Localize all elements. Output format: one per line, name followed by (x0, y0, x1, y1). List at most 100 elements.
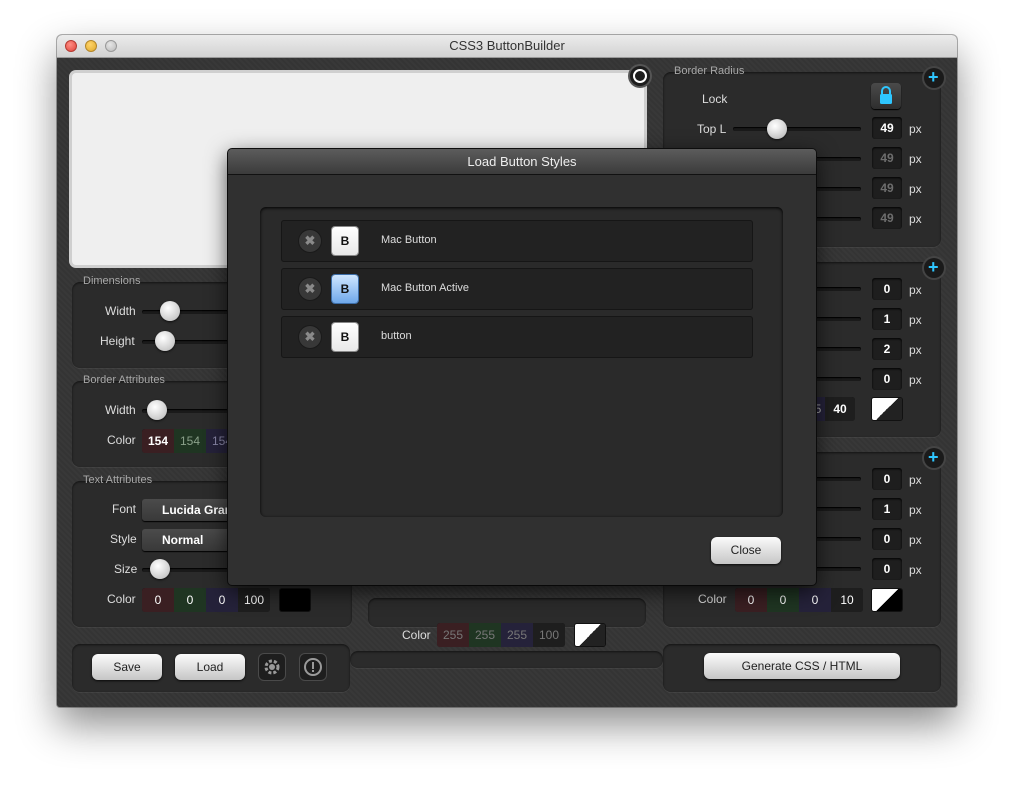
save-button[interactable]: Save (92, 654, 162, 680)
top-left-value[interactable]: 49 (872, 117, 902, 139)
color-red-field[interactable]: 154 (142, 429, 174, 453)
text-shadow-value-1[interactable]: 0 (872, 468, 902, 490)
border-width-slider-knob[interactable] (147, 400, 167, 420)
load-button[interactable]: Load (175, 654, 245, 680)
color-green-field[interactable]: 0 (174, 588, 206, 612)
size-label: Size (114, 562, 138, 576)
add-shadow-button[interactable]: + (924, 257, 944, 278)
add-text-shadow-button[interactable]: + (924, 447, 944, 468)
text-shadow-value-2[interactable]: 1 (872, 498, 902, 520)
color-red-field[interactable]: 0 (735, 588, 767, 612)
top-left-slider-track[interactable] (733, 127, 861, 131)
size-slider-knob[interactable] (150, 559, 170, 579)
width-slider-knob[interactable] (160, 301, 180, 321)
unit-label: px (909, 283, 922, 297)
color-alpha-field[interactable]: 10 (831, 588, 863, 612)
dialog-header: Load Button Styles (228, 149, 816, 175)
shadow-color-fields[interactable]: 5 40 (811, 397, 855, 421)
plus-icon: + (928, 257, 939, 277)
dialog-title: Load Button Styles (467, 154, 577, 169)
saved-styles-list: ✖ B Mac Button ✖ B Mac Button Active ✖ B… (260, 207, 783, 517)
bottom-left-value[interactable]: 49 (872, 177, 902, 199)
shadow-value-3[interactable]: 2 (872, 338, 902, 360)
delete-style-button[interactable]: ✖ (299, 326, 321, 348)
list-item[interactable]: ✖ B Mac Button Active (281, 268, 753, 310)
style-name: Mac Button (381, 234, 437, 246)
dimensions-title: Dimensions (83, 275, 141, 287)
unit-label: px (909, 182, 922, 196)
unit-label: px (909, 212, 922, 226)
unit-label: px (909, 563, 922, 577)
color-green-field[interactable]: 255 (469, 623, 501, 647)
text-color-swatch[interactable] (280, 589, 310, 611)
color-alpha-field[interactable]: 100 (533, 623, 565, 647)
info-button[interactable] (300, 654, 326, 680)
width-label: Width (105, 304, 136, 318)
list-item[interactable]: ✖ B Mac Button (281, 220, 753, 262)
border-color-label: Color (107, 433, 136, 447)
text-shadow-color-fields[interactable]: 0 0 0 10 (735, 588, 863, 612)
lock-button[interactable] (871, 83, 901, 109)
load-button-styles-dialog: Load Button Styles ✖ B Mac Button ✖ B Ma… (228, 149, 816, 585)
text-shadow-color-label: Color (698, 592, 727, 606)
color-blue-field[interactable]: 255 (501, 623, 533, 647)
text-shadow-value-3[interactable]: 0 (872, 528, 902, 550)
background-color-label: Color (402, 628, 431, 642)
border-color-fields[interactable]: 154 154 154 (142, 429, 238, 453)
unit-label: px (909, 503, 922, 517)
color-red-field[interactable]: 0 (142, 588, 174, 612)
style-name: Mac Button Active (381, 282, 470, 294)
height-slider-knob[interactable] (155, 331, 175, 351)
unit-label: px (909, 122, 922, 136)
color-red-field[interactable]: 255 (437, 623, 469, 647)
list-item[interactable]: ✖ B button (281, 316, 753, 358)
delete-style-button[interactable]: ✖ (299, 230, 321, 252)
top-right-value[interactable]: 49 (872, 147, 902, 169)
background-color-swatch[interactable] (575, 624, 605, 646)
color-alpha-field[interactable]: 100 (238, 588, 270, 612)
shadow-value-1[interactable]: 0 (872, 278, 902, 300)
color-blue-field[interactable]: 0 (799, 588, 831, 612)
font-label: Font (112, 502, 137, 516)
plus-icon: + (928, 67, 939, 87)
background-color-fields[interactable]: 255 255 255 100 (437, 623, 565, 647)
text-shadow-value-4[interactable]: 0 (872, 558, 902, 580)
shadow-value-2[interactable]: 1 (872, 308, 902, 330)
unit-label: px (909, 343, 922, 357)
generate-css-html-button[interactable]: Generate CSS / HTML (704, 653, 900, 679)
lock-label: Lock (702, 92, 728, 106)
add-border-radius-button[interactable]: + (924, 67, 944, 88)
color-green-field[interactable]: 0 (767, 588, 799, 612)
color-green-field[interactable]: 154 (174, 429, 206, 453)
style-preview-button[interactable]: B (332, 323, 358, 351)
unit-label: px (909, 152, 922, 166)
unit-label: px (909, 313, 922, 327)
settings-button[interactable] (259, 654, 285, 680)
style-name: button (381, 330, 412, 342)
gear-icon (264, 659, 280, 675)
shadow-value-4[interactable]: 0 (872, 368, 902, 390)
unit-label: px (909, 473, 922, 487)
bottom-spacer-panel (350, 651, 663, 668)
preview-background-toggle[interactable] (630, 66, 650, 86)
window-title: CSS3 ButtonBuilder (449, 38, 565, 53)
plus-icon: + (928, 447, 939, 467)
color-blue-field[interactable]: 0 (206, 588, 238, 612)
text-color-fields[interactable]: 0 0 0 100 (142, 588, 270, 612)
file-actions-panel: Save Load (72, 644, 350, 692)
border-width-label: Width (105, 403, 136, 417)
info-icon (304, 658, 322, 676)
color-alpha-field[interactable]: 40 (825, 397, 855, 421)
text-color-label: Color (107, 592, 136, 606)
top-left-slider-knob[interactable] (767, 119, 787, 139)
height-label: Height (100, 334, 135, 348)
close-dialog-button[interactable]: Close (711, 537, 781, 564)
style-preview-button[interactable]: B (332, 227, 358, 255)
style-preview-button[interactable]: B (332, 275, 358, 303)
generate-panel: Generate CSS / HTML (663, 644, 941, 692)
border-radius-title: Border Radius (674, 65, 745, 77)
delete-style-button[interactable]: ✖ (299, 278, 321, 300)
text-shadow-color-swatch[interactable] (872, 589, 902, 611)
bottom-right-value[interactable]: 49 (872, 207, 902, 229)
shadow-color-swatch[interactable] (872, 398, 902, 420)
